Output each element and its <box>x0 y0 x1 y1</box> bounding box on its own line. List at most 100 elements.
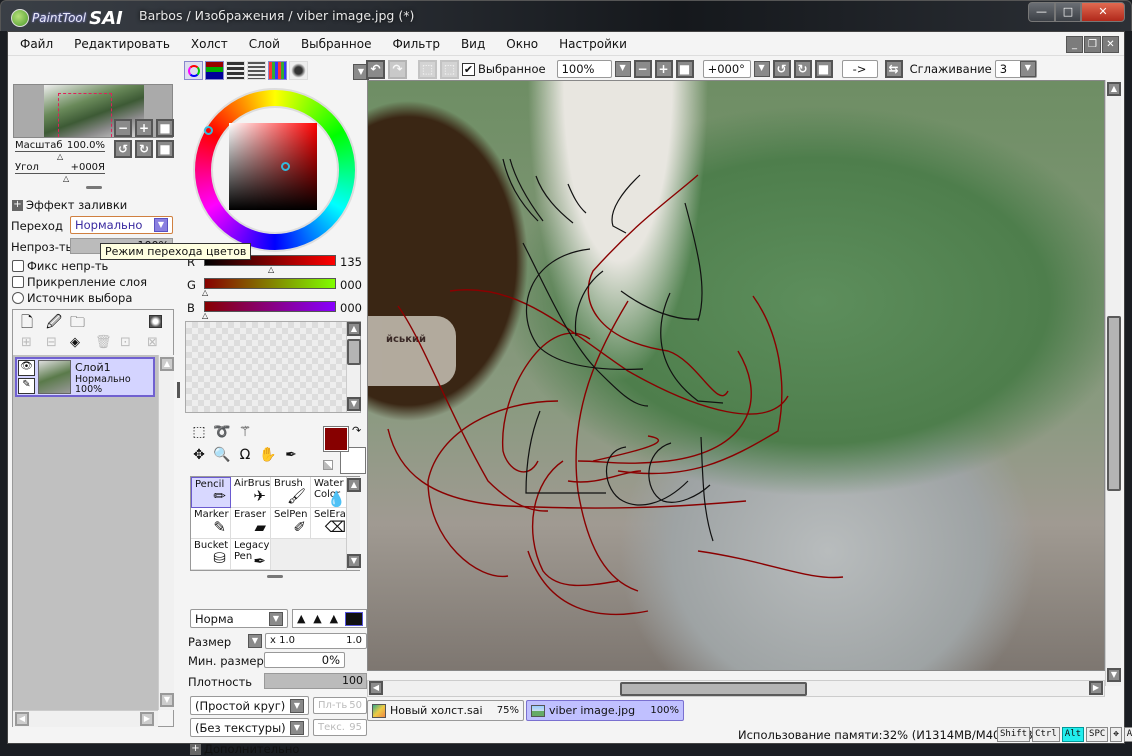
smoothing-dropdown[interactable]: ▼ <box>1019 61 1036 77</box>
color-wheel[interactable] <box>193 88 357 252</box>
zoom-tool-icon[interactable]: 🔍 <box>211 447 233 469</box>
swatch-vscroll[interactable]: ▲ ▼ <box>346 322 361 412</box>
layers-hscroll[interactable]: ◀ ▶ <box>13 710 158 727</box>
color-wheel-tab[interactable] <box>184 61 203 80</box>
zoom-input[interactable]: 100% <box>556 60 612 78</box>
tool-bucket[interactable]: Bucket ⛁ <box>191 539 231 570</box>
nav-rotate-ccw-button[interactable]: ↺ <box>114 140 132 158</box>
sv-marker[interactable] <box>281 162 290 171</box>
new-linework-layer-icon[interactable]: 🖉 <box>46 312 62 337</box>
selection-source-radio[interactable]: Источник выбора <box>12 291 132 305</box>
eyedropper-icon[interactable]: ✒ <box>280 447 302 469</box>
doc-tab[interactable]: Новый холст.sai 75% <box>367 700 524 721</box>
transfer-down-icon[interactable]: ⊞ <box>21 335 32 350</box>
zoom-in-button[interactable]: + <box>654 60 673 78</box>
primary-color-swatch[interactable] <box>323 426 349 452</box>
scroll-thumb[interactable] <box>620 682 807 696</box>
lasso-icon[interactable]: ➰ <box>211 424 233 446</box>
min-size-field[interactable]: 0% <box>264 652 345 668</box>
panel-splitter[interactable] <box>267 575 283 578</box>
texture-select[interactable]: (Без текстуры) ▼ <box>190 718 309 737</box>
new-folder-icon[interactable]: 🗀 <box>70 312 85 337</box>
tool-eraser[interactable]: Eraser ▰ <box>231 508 271 539</box>
menu-selection[interactable]: Выбранное <box>301 37 372 51</box>
rotate-ccw-button[interactable]: ↺ <box>772 60 791 78</box>
scroll-left-button[interactable]: ◀ <box>369 681 383 695</box>
advanced-toggle[interactable]: + Дополнительно <box>190 742 299 756</box>
scroll-right-button[interactable]: ▶ <box>1089 681 1103 695</box>
edge-soft-icon[interactable]: ▲ <box>330 612 338 625</box>
magic-wand-icon[interactable]: ⚚ <box>234 424 256 446</box>
hand-icon[interactable]: ✋ <box>257 447 279 469</box>
key-any[interactable]: Any <box>1123 727 1132 742</box>
nav-zoom-out-button[interactable]: − <box>114 119 132 137</box>
layers-vscroll[interactable]: ▲ ▼ <box>158 355 174 710</box>
saturation-value-square[interactable] <box>229 123 317 210</box>
swatches-tab[interactable] <box>268 61 287 80</box>
flip-button[interactable]: -> <box>841 60 878 78</box>
g-slider-handle[interactable]: △ <box>202 288 208 297</box>
edge-flat-icon[interactable] <box>345 611 364 626</box>
tool-selpen[interactable]: SelPen ✐ <box>271 508 311 539</box>
tool-watercolor[interactable]: Water Color 💧 <box>311 477 351 508</box>
preserve-opacity-checkbox[interactable]: Фикс непр-ть <box>12 259 108 273</box>
tool-marker[interactable]: Marker ✎ <box>191 508 231 539</box>
merge-visible-icon[interactable]: ⊡ <box>120 335 131 350</box>
canvas-vscroll[interactable]: ▲ ▼ <box>1105 80 1121 686</box>
rotate-tool-icon[interactable]: Ω <box>234 447 256 469</box>
mdi-close-button[interactable]: ✕ <box>1102 36 1119 53</box>
menu-edit[interactable]: Редактировать <box>74 37 170 51</box>
size-field[interactable]: x 1.0 1.0 <box>265 633 367 649</box>
canvas[interactable]: йський <box>367 80 1105 671</box>
scroll-thumb[interactable] <box>1107 316 1121 491</box>
selection-visible-checkbox[interactable]: ✔ Выбранное <box>462 62 546 76</box>
rotate-cw-button[interactable]: ↻ <box>793 60 812 78</box>
rect-select-icon[interactable]: ⬚ <box>188 424 210 446</box>
panel-splitter[interactable] <box>86 186 102 189</box>
layer-item[interactable]: 👁 ✎ Слой1 Нормально 100% <box>15 357 155 397</box>
scroll-down-button[interactable]: ▼ <box>160 693 174 707</box>
zoom-out-button[interactable]: − <box>633 60 652 78</box>
scroll-down-button[interactable]: ▼ <box>1107 668 1121 682</box>
transparent-color-icon[interactable] <box>323 460 333 470</box>
left-panel-splitter[interactable] <box>177 382 180 398</box>
undo-button[interactable]: ↶ <box>366 59 385 79</box>
tool-airbrush[interactable]: AirBrush ✈ <box>231 477 277 508</box>
tool-legacy-pen[interactable]: Legacy Pen ✒ <box>231 539 271 570</box>
invert-selection-button[interactable]: ⬚ <box>440 59 459 79</box>
scroll-right-button[interactable]: ▶ <box>140 712 154 726</box>
nav-zoom-in-button[interactable]: + <box>135 119 153 137</box>
zoom-dropdown[interactable]: ▼ <box>614 61 631 77</box>
texture-strength-field[interactable]: Текс. 95 <box>313 719 367 736</box>
clipping-checkbox[interactable]: Прикрепление слоя <box>12 275 147 289</box>
scroll-thumb[interactable] <box>347 339 361 365</box>
nav-rotate-cw-button[interactable]: ↻ <box>135 140 153 158</box>
tool-grid-vscroll[interactable]: ▲ ▼ <box>346 477 361 570</box>
menu-view[interactable]: Вид <box>461 37 485 51</box>
scroll-up-button[interactable]: ▲ <box>347 322 361 336</box>
new-layer-icon[interactable]: 🗋 <box>21 312 33 337</box>
zoom-slider-handle[interactable]: △ <box>57 152 63 161</box>
hue-marker[interactable] <box>204 126 213 135</box>
brush-edge-selector[interactable]: ▲ ▲ ▲ <box>292 609 367 628</box>
mdi-minimize-button[interactable]: _ <box>1066 36 1083 53</box>
canvas-hscroll[interactable]: ◀ ▶ <box>367 680 1105 697</box>
angle-dropdown[interactable]: ▼ <box>753 61 770 77</box>
b-slider-handle[interactable]: △ <box>202 311 208 320</box>
key-ctrl[interactable]: Ctrl <box>1032 727 1060 742</box>
density-slider[interactable]: 100 <box>264 673 367 689</box>
nav-zoom-reset-button[interactable]: ■ <box>156 119 174 137</box>
rotate-reset-button[interactable]: ■ <box>814 60 833 78</box>
angle-input[interactable]: +000° <box>702 60 751 78</box>
menu-layer[interactable]: Слой <box>249 37 280 51</box>
swap-colors-icon[interactable]: ↷ <box>352 424 361 437</box>
scroll-up-button[interactable]: ▲ <box>1107 82 1121 96</box>
merge-down-icon[interactable]: ⊟ <box>46 335 57 350</box>
eye-icon[interactable]: 👁 <box>18 360 35 376</box>
b-slider[interactable] <box>204 301 336 312</box>
window-minimize-button[interactable]: — <box>1028 2 1055 22</box>
scroll-left-button[interactable]: ◀ <box>15 712 29 726</box>
window-close-button[interactable]: ✕ <box>1081 2 1125 22</box>
brush-shape-select[interactable]: (Простой круг) ▼ <box>190 696 309 715</box>
deselect-button[interactable]: ⬚ <box>418 59 437 79</box>
